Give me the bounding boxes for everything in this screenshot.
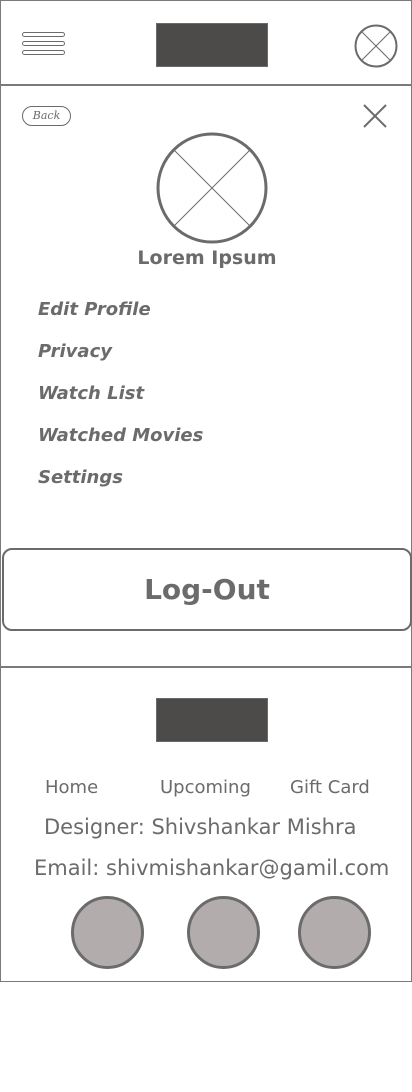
hamburger-icon[interactable] (22, 32, 65, 56)
profile-menu: Edit Profile Privacy Watch List Watched … (38, 296, 203, 506)
menu-item-privacy[interactable]: Privacy (38, 338, 203, 380)
menu-item-watched-movies[interactable]: Watched Movies (38, 422, 203, 464)
social-icon[interactable] (298, 896, 371, 969)
footer-logo[interactable] (156, 698, 268, 742)
profile-image-placeholder-icon (156, 132, 268, 244)
menu-item-watch-list[interactable]: Watch List (38, 380, 203, 422)
footer-link-upcoming[interactable]: Upcoming (160, 777, 251, 798)
footer-divider (1, 666, 412, 668)
designer-credit: Designer: Shivshankar Mishra (44, 815, 357, 839)
image-placeholder-icon[interactable] (354, 24, 398, 68)
menu-item-edit-profile[interactable]: Edit Profile (38, 296, 203, 338)
top-header (1, 1, 411, 86)
contact-email[interactable]: Email: shivmishankar@gamil.com (34, 856, 389, 880)
back-button[interactable]: Back (22, 106, 71, 126)
menu-item-settings[interactable]: Settings (38, 464, 203, 506)
header-logo[interactable] (156, 23, 268, 67)
footer-link-gift-card[interactable]: Gift Card (290, 777, 370, 798)
logout-button[interactable]: Log-Out (2, 548, 412, 631)
social-icon[interactable] (187, 896, 260, 969)
app-frame: Back Lorem Ipsum Edit Profile Privacy Wa… (0, 0, 412, 982)
profile-name: Lorem Ipsum (137, 247, 277, 269)
close-icon[interactable] (363, 104, 387, 128)
footer-link-home[interactable]: Home (45, 777, 98, 798)
social-icon[interactable] (71, 896, 144, 969)
